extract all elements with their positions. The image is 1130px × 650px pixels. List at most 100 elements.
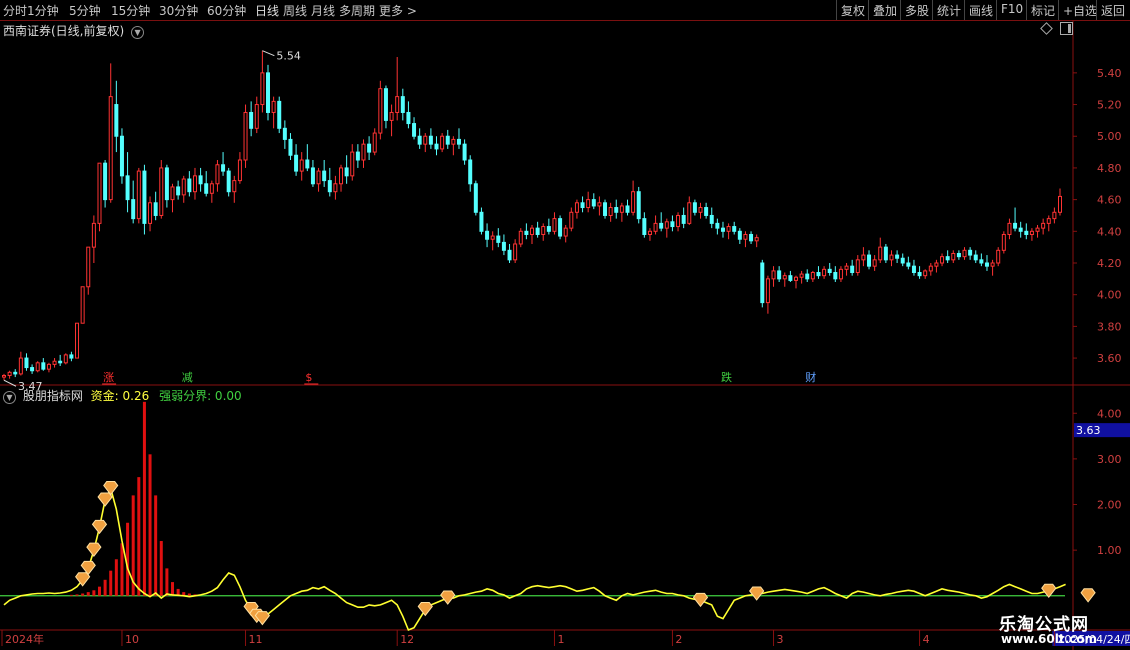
candle-body: [968, 249, 973, 256]
candle-body: [692, 202, 697, 213]
candle-body: [917, 272, 922, 277]
y-tick-label: 4.80: [1097, 162, 1122, 175]
candle-body: [855, 259, 860, 274]
candle-body: [372, 132, 377, 153]
candle-body: [176, 186, 181, 196]
candle-body: [552, 218, 557, 232]
candle-body: [777, 270, 782, 280]
candle-body: [906, 262, 911, 267]
candle-body: [468, 159, 473, 185]
candle-body: [237, 159, 242, 182]
candle-body: [827, 268, 832, 274]
candle-body: [451, 138, 456, 145]
diamond-marker-icon: [692, 592, 709, 608]
candle-body: [1029, 230, 1034, 235]
candle-body: [1001, 233, 1006, 251]
candle-body: [844, 265, 849, 270]
event-badge: 跌: [721, 370, 732, 384]
candle-body: [962, 249, 967, 258]
candle-body: [153, 202, 158, 216]
candle-body: [232, 180, 237, 193]
candle-body: [799, 273, 804, 278]
fund-bar: [154, 495, 158, 596]
indicator-threshold-value: 强弱分界: 0.00: [159, 389, 242, 403]
candle-body: [1052, 211, 1057, 220]
candle-body: [288, 138, 293, 156]
fund-line: [3, 486, 1066, 632]
candle-body: [754, 237, 759, 242]
candle-body: [1035, 227, 1040, 232]
fund-bar: [159, 541, 163, 596]
candle-body: [900, 257, 905, 264]
candle-body: [749, 233, 754, 242]
candle-body: [305, 159, 310, 169]
diamond-marker-icon: [749, 586, 765, 601]
candle-body: [973, 254, 978, 261]
diamond-marker-icon: [440, 590, 456, 605]
diamond-marker-icon: [254, 611, 271, 626]
candle-body: [715, 222, 720, 229]
candle-body: [513, 243, 518, 261]
candle-body: [496, 235, 501, 243]
candle-body: [614, 207, 619, 213]
panel-toggle-icon[interactable]: [1060, 22, 1073, 35]
candle-body: [934, 262, 939, 267]
candle-body: [810, 272, 815, 280]
candle-body: [524, 230, 529, 235]
candle-body: [367, 143, 372, 153]
candle-body: [788, 275, 793, 281]
date-label: 11: [249, 633, 263, 646]
candle-body: [479, 211, 484, 232]
chart-canvas[interactable]: 5.40 5.20 5.00 4.80 4.60 4.40 4.20 4.00 3.80 3.60…: [0, 0, 1130, 650]
candle-body: [895, 254, 900, 259]
candle-body: [726, 226, 731, 232]
fund-bar: [114, 559, 118, 596]
candle-body: [883, 246, 888, 261]
chevron-down-icon[interactable]: ▼: [131, 26, 145, 39]
candle-body: [282, 127, 287, 140]
stock-title: 西南证券(日线,前复权) ▼: [3, 22, 145, 39]
candle-body: [681, 214, 686, 224]
candle-body: [209, 183, 214, 194]
candle-body: [586, 199, 591, 209]
candle-body: [951, 252, 956, 261]
candle-body: [867, 254, 872, 267]
candle-body: [58, 360, 63, 364]
stock-title-label: 西南证券(日线,前复权): [3, 24, 125, 38]
candle-body: [159, 167, 164, 216]
candle-body: [18, 357, 23, 375]
candle-body: [743, 233, 748, 240]
fund-bar: [137, 477, 141, 596]
candle-body: [940, 256, 945, 264]
current-value-label: 3.63: [1076, 424, 1101, 437]
candle-body: [221, 164, 226, 172]
candle-body: [956, 252, 961, 258]
chevron-down-icon[interactable]: ▼: [3, 391, 16, 404]
candle-body: [535, 227, 540, 235]
candle-body: [518, 230, 523, 245]
candle-body: [125, 175, 130, 201]
date-label: 2024年: [5, 632, 44, 646]
ind-y-tick-label: 4.00: [1097, 407, 1122, 420]
candle-body: [1041, 222, 1046, 229]
candle-body: [24, 357, 29, 369]
candle-body: [344, 167, 349, 177]
high-marker-line: [262, 50, 275, 57]
candle-body: [310, 167, 315, 185]
candle-body: [226, 170, 231, 193]
event-badge: $: [305, 371, 312, 384]
candle-body: [990, 262, 995, 267]
candle-body: [75, 322, 80, 359]
candle-body: [428, 135, 433, 145]
candle-body: [35, 362, 40, 372]
diamond-marker-icon: [91, 519, 108, 535]
candle-body: [260, 72, 265, 106]
candle-body: [647, 230, 652, 235]
candle-body: [591, 199, 596, 207]
y-tick-label: 3.60: [1097, 352, 1122, 365]
candle-body: [294, 154, 299, 172]
candle-body: [333, 183, 338, 193]
candle-body: [277, 100, 282, 129]
candle-body: [271, 100, 276, 113]
fund-bar: [69, 594, 73, 596]
